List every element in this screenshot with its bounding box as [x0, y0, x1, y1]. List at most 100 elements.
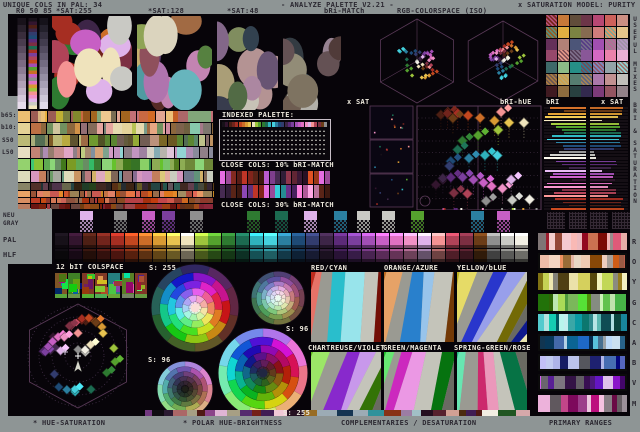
strip-row-seg: [98, 135, 105, 146]
polar-s96-label-2: S: 96: [148, 356, 171, 364]
sat-bar: [590, 195, 609, 197]
strip-row-seg: [87, 123, 97, 134]
panel-edge-strip: [336, 410, 353, 416]
sat-255-toggle[interactable]: *SAT:255: [56, 7, 92, 15]
pal-swatch-lo: [515, 245, 529, 248]
pal-swatch: [264, 236, 278, 245]
bri-bar: [547, 138, 586, 141]
panel-edge-strip: [459, 410, 466, 416]
hlf-swatch: [334, 251, 347, 259]
sat-bar: [590, 170, 603, 172]
mix-cell: [581, 74, 593, 85]
close-col-swatch: [297, 185, 303, 198]
pal-swatch-lo: [152, 245, 166, 248]
strip-row-seg: [73, 111, 81, 122]
strip-row-seg: [187, 183, 194, 190]
strip-row-seg: [40, 123, 47, 134]
hlf-swatch: [82, 251, 96, 259]
colspace-tile-quad: [123, 273, 131, 279]
strip-row-seg: [85, 171, 92, 182]
pal-swatch: [138, 236, 152, 245]
strip-row-seg: [177, 191, 186, 197]
pal-swatch-lo: [110, 245, 124, 248]
mix-cell: [616, 26, 628, 38]
hlf-swatch-lo: [389, 259, 403, 262]
footer-primary-ranges: PRIMARY RANGES: [549, 419, 613, 427]
strip-row-seg: [36, 191, 44, 197]
strip-row-seg: [203, 191, 213, 197]
sat-48-toggle[interactable]: *SAT:48: [227, 7, 259, 15]
panel-edge-strip: [151, 410, 165, 416]
primary-range-border: [538, 354, 627, 372]
sat-128-toggle[interactable]: *SAT:128: [148, 7, 184, 15]
bri-bar: [561, 188, 586, 191]
rgb-colorspace-cubes: [380, 18, 539, 104]
hlf-swatch-lo: [124, 259, 138, 262]
dotted-box: [611, 212, 630, 229]
strip-row-seg: [59, 204, 65, 209]
bri-hue-scatter: [369, 104, 542, 210]
strip-row-seg: [119, 191, 127, 197]
strip-row-seg: [142, 171, 153, 182]
footer-hue-saturation[interactable]: * HUE-SATURATION: [33, 419, 105, 427]
strip-row-seg: [137, 171, 143, 182]
panel-edge-strip: [227, 410, 241, 416]
pal-swatch-lo: [334, 245, 347, 248]
mix-cell: [605, 62, 616, 74]
strip-row-seg: [148, 111, 156, 122]
strip-row-seg: [185, 159, 195, 170]
strip-row-seg: [31, 147, 41, 158]
pal-swatch: [334, 236, 347, 245]
primary-range-seg: [568, 293, 578, 311]
pal-swatch-lo: [487, 245, 501, 248]
strip-row-seg: [147, 204, 158, 209]
strip-row-seg: [63, 111, 71, 122]
mix-cell: [605, 38, 616, 50]
sat-bar: [590, 122, 619, 125]
polar-s255-label-1: S: 255: [149, 264, 177, 272]
strip-row-seg: [85, 147, 91, 158]
mix-cell: [569, 85, 581, 97]
panel-edge-strip: [465, 410, 477, 416]
complementary-panel: [384, 272, 454, 342]
neu-swatch: [303, 211, 317, 220]
close-cols-30-label[interactable]: CLOSE COLS: 30% bRI-MATCH: [221, 201, 334, 209]
close-cols-10-label[interactable]: CLOSE COLS: 10% bRI-MATCH: [221, 161, 334, 169]
bri-match-toggle[interactable]: bRi-MATCh: [324, 7, 365, 15]
gray-dither-swatch: [356, 220, 370, 232]
row-label-b65: b65:: [1, 112, 17, 119]
pal-swatch: [459, 236, 473, 245]
close-col-swatch: [220, 171, 226, 184]
pal-swatch-lo: [306, 245, 320, 248]
strip-row-seg: [152, 171, 160, 182]
hlf-swatch: [55, 251, 68, 259]
complementary-panel: [457, 352, 527, 414]
close-col-swatch: [319, 185, 325, 198]
strip-row-seg: [193, 171, 201, 182]
bri-bar: [550, 122, 586, 125]
colspace-tile-quad: [59, 274, 67, 282]
strip-row-seg: [143, 198, 152, 203]
strip-row-seg: [110, 135, 118, 146]
gray-dither-swatch: [303, 220, 317, 232]
strip-row-lead: [18, 111, 30, 122]
strip-row-seg: [155, 111, 166, 122]
pal-swatch: [180, 236, 194, 245]
pal-swatch-lo: [124, 245, 138, 248]
sat-bar: [590, 185, 609, 188]
hlf-swatch: [278, 251, 292, 259]
pal-swatch-lo: [320, 245, 334, 248]
strip-row-seg: [202, 123, 212, 134]
neu-swatch: [497, 211, 511, 220]
gray-dither-swatch: [246, 220, 260, 232]
hlf-swatch-lo: [375, 259, 389, 262]
close-col-swatch: [286, 171, 292, 184]
hlf-swatch-lo: [501, 259, 515, 262]
neu-swatch: [410, 211, 424, 220]
footer-polar-hue-brightness[interactable]: * POLAR HUE-BRIGHTNESS: [183, 419, 282, 427]
strip-row-seg: [188, 198, 195, 203]
hlf-swatch: [138, 251, 152, 259]
saturation-model-toggle[interactable]: x SATURATION MODEL: PURITY: [518, 1, 635, 9]
primary-range-seg: [538, 394, 550, 412]
primary-range-seg: [578, 273, 590, 291]
